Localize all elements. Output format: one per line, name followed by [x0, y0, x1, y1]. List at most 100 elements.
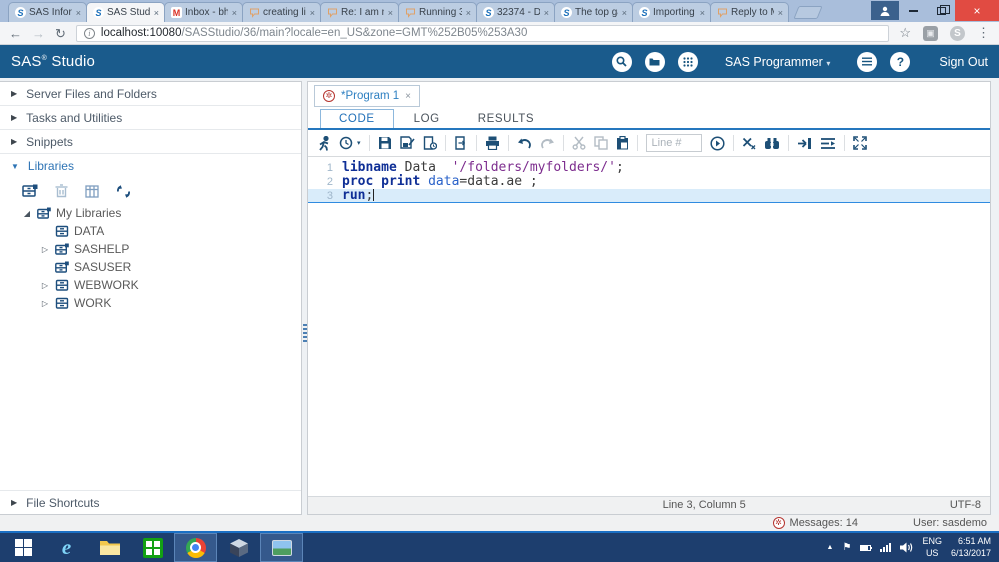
- tab-close-icon[interactable]: ×: [543, 8, 550, 18]
- browser-tab[interactable]: Reply to M ×: [710, 2, 789, 22]
- tab-close-icon[interactable]: ×: [387, 8, 394, 18]
- tab-close-icon[interactable]: ×: [621, 8, 628, 18]
- taskbar-internet-explorer-button[interactable]: e: [45, 533, 88, 562]
- sidebar-item-server-files[interactable]: ▶ Server Files and Folders: [0, 82, 301, 106]
- cut-icon[interactable]: [572, 136, 586, 150]
- tab-close-icon[interactable]: ×: [309, 8, 316, 18]
- collapsed-tree-caret-icon[interactable]: ▷: [40, 281, 50, 290]
- program-tab[interactable]: ✲ *Program 1 ×: [314, 85, 420, 107]
- expanded-tree-caret-icon[interactable]: ◢: [22, 209, 32, 218]
- collapsed-tree-caret-icon[interactable]: ▷: [40, 245, 50, 254]
- tab-results[interactable]: RESULTS: [460, 110, 552, 128]
- taskbar-windows-store-button[interactable]: [131, 533, 174, 562]
- sidebar-item-libraries[interactable]: ▼ Libraries: [0, 154, 301, 178]
- submit-selection-icon[interactable]: [797, 137, 812, 150]
- volume-icon[interactable]: [900, 542, 913, 553]
- tab-close-icon[interactable]: ×: [153, 8, 160, 18]
- tab-close-icon[interactable]: ×: [231, 8, 238, 18]
- help-icon[interactable]: ?: [890, 52, 910, 72]
- open-folder-icon[interactable]: [645, 52, 665, 72]
- preferences-menu-icon[interactable]: [857, 52, 877, 72]
- program-tab-close-icon[interactable]: ×: [405, 91, 411, 102]
- browser-tab[interactable]: S SAS Inform ×: [8, 2, 87, 22]
- tab-close-icon[interactable]: ×: [699, 8, 706, 18]
- forward-icon[interactable]: →: [32, 27, 45, 40]
- paste-icon[interactable]: [616, 136, 629, 150]
- splitter-grip[interactable]: [303, 324, 307, 342]
- code-editor[interactable]: 1 libname Data '/folders/myfolders/'; 2 …: [308, 157, 990, 496]
- start-button[interactable]: [2, 533, 45, 562]
- browser-tab-active[interactable]: S SAS Studio ×: [86, 2, 165, 22]
- language-indicator[interactable]: ENG US: [922, 536, 942, 559]
- search-icon[interactable]: [612, 52, 632, 72]
- tree-node-my-libraries[interactable]: ◢ My Libraries: [0, 204, 301, 222]
- code-line-3-current[interactable]: 3 run;: [308, 189, 990, 203]
- taskbar-clock[interactable]: 6:51 AM 6/13/2017: [951, 536, 991, 559]
- browser-tab[interactable]: Running 3 ×: [398, 2, 477, 22]
- sign-out-button[interactable]: Sign Out: [939, 55, 988, 69]
- account-menu[interactable]: SAS Programmer ▾: [725, 55, 830, 69]
- url-input[interactable]: i localhost:10080/SASStudio/36/main?loca…: [76, 25, 889, 42]
- tab-code[interactable]: CODE: [320, 109, 394, 128]
- taskbar-file-explorer-button[interactable]: [88, 533, 131, 562]
- show-hidden-icons[interactable]: ▲: [827, 544, 834, 551]
- sidebar-item-tasks-utilities[interactable]: ▶ Tasks and Utilities: [0, 106, 301, 130]
- pane-splitter[interactable]: [302, 81, 307, 515]
- tree-node-data[interactable]: DATA: [0, 222, 301, 240]
- collapsed-tree-caret-icon[interactable]: ▷: [40, 299, 50, 308]
- network-signal-icon[interactable]: [880, 543, 891, 552]
- line-number-input[interactable]: [646, 134, 702, 152]
- tab-log[interactable]: LOG: [396, 110, 458, 128]
- browser-tab[interactable]: Re: I am no ×: [320, 2, 399, 22]
- restore-button[interactable]: [927, 1, 955, 20]
- maximize-view-icon[interactable]: [853, 136, 867, 150]
- print-icon[interactable]: [485, 136, 500, 150]
- code-line-2[interactable]: 2 proc print data=data.ae ;: [308, 175, 990, 189]
- copy-icon[interactable]: [594, 136, 608, 150]
- tab-close-icon[interactable]: ×: [75, 8, 82, 18]
- find-replace-icon[interactable]: [764, 137, 780, 150]
- minimize-button[interactable]: [899, 1, 927, 20]
- undo-icon[interactable]: [517, 137, 532, 150]
- browser-tab[interactable]: S The top ga ×: [554, 2, 633, 22]
- code-line-1[interactable]: 1 libname Data '/folders/myfolders/';: [308, 161, 990, 175]
- browser-tab[interactable]: M Inbox - bh ×: [164, 2, 243, 22]
- browser-tab[interactable]: S Importing ×: [632, 2, 711, 22]
- save-as-icon[interactable]: [400, 136, 415, 150]
- back-icon[interactable]: ←: [9, 27, 22, 40]
- format-code-icon[interactable]: [820, 137, 836, 150]
- sidebar-item-snippets[interactable]: ▶ Snippets: [0, 130, 301, 154]
- go-to-line-icon[interactable]: [710, 136, 725, 151]
- chevron-down-icon[interactable]: ▾: [357, 139, 361, 147]
- skype-extension-icon[interactable]: S: [950, 26, 965, 41]
- library-table-icon[interactable]: [85, 185, 99, 198]
- sidebar-item-file-shortcuts[interactable]: ▶ File Shortcuts: [0, 490, 301, 514]
- tab-close-icon[interactable]: ×: [777, 8, 784, 18]
- tree-node-webwork[interactable]: ▷ WEBWORK: [0, 276, 301, 294]
- new-library-icon[interactable]: [22, 184, 38, 198]
- taskbar-chrome-button[interactable]: [174, 533, 217, 562]
- action-center-flag-icon[interactable]: ⚑: [842, 543, 851, 553]
- apps-grid-icon[interactable]: [678, 52, 698, 72]
- program-summary-icon[interactable]: [423, 136, 437, 150]
- tree-node-sashelp[interactable]: ▷ SASHELP: [0, 240, 301, 258]
- refresh-icon[interactable]: ↻: [55, 27, 66, 40]
- extension-icon[interactable]: ▣: [923, 26, 938, 41]
- save-icon[interactable]: [378, 136, 392, 150]
- taskbar-photos-button[interactable]: [260, 533, 303, 562]
- close-button[interactable]: ×: [955, 0, 999, 21]
- tree-node-sasuser[interactable]: SASUSER: [0, 258, 301, 276]
- refresh-libraries-icon[interactable]: [116, 185, 131, 198]
- tree-node-work[interactable]: ▷ WORK: [0, 294, 301, 312]
- print-preview-icon[interactable]: [454, 136, 468, 150]
- run-icon[interactable]: [317, 136, 331, 151]
- browser-menu-icon[interactable]: ⋮: [977, 25, 990, 41]
- profile-button[interactable]: [871, 1, 899, 20]
- battery-icon[interactable]: [860, 545, 871, 551]
- redo-icon[interactable]: [540, 137, 555, 150]
- browser-tab[interactable]: creating lib ×: [242, 2, 321, 22]
- page-info-icon[interactable]: i: [84, 28, 95, 39]
- bookmark-star-icon[interactable]: ☆: [899, 25, 911, 41]
- taskbar-virtualbox-button[interactable]: [217, 533, 260, 562]
- browser-tab[interactable]: S 32374 - Do ×: [476, 2, 555, 22]
